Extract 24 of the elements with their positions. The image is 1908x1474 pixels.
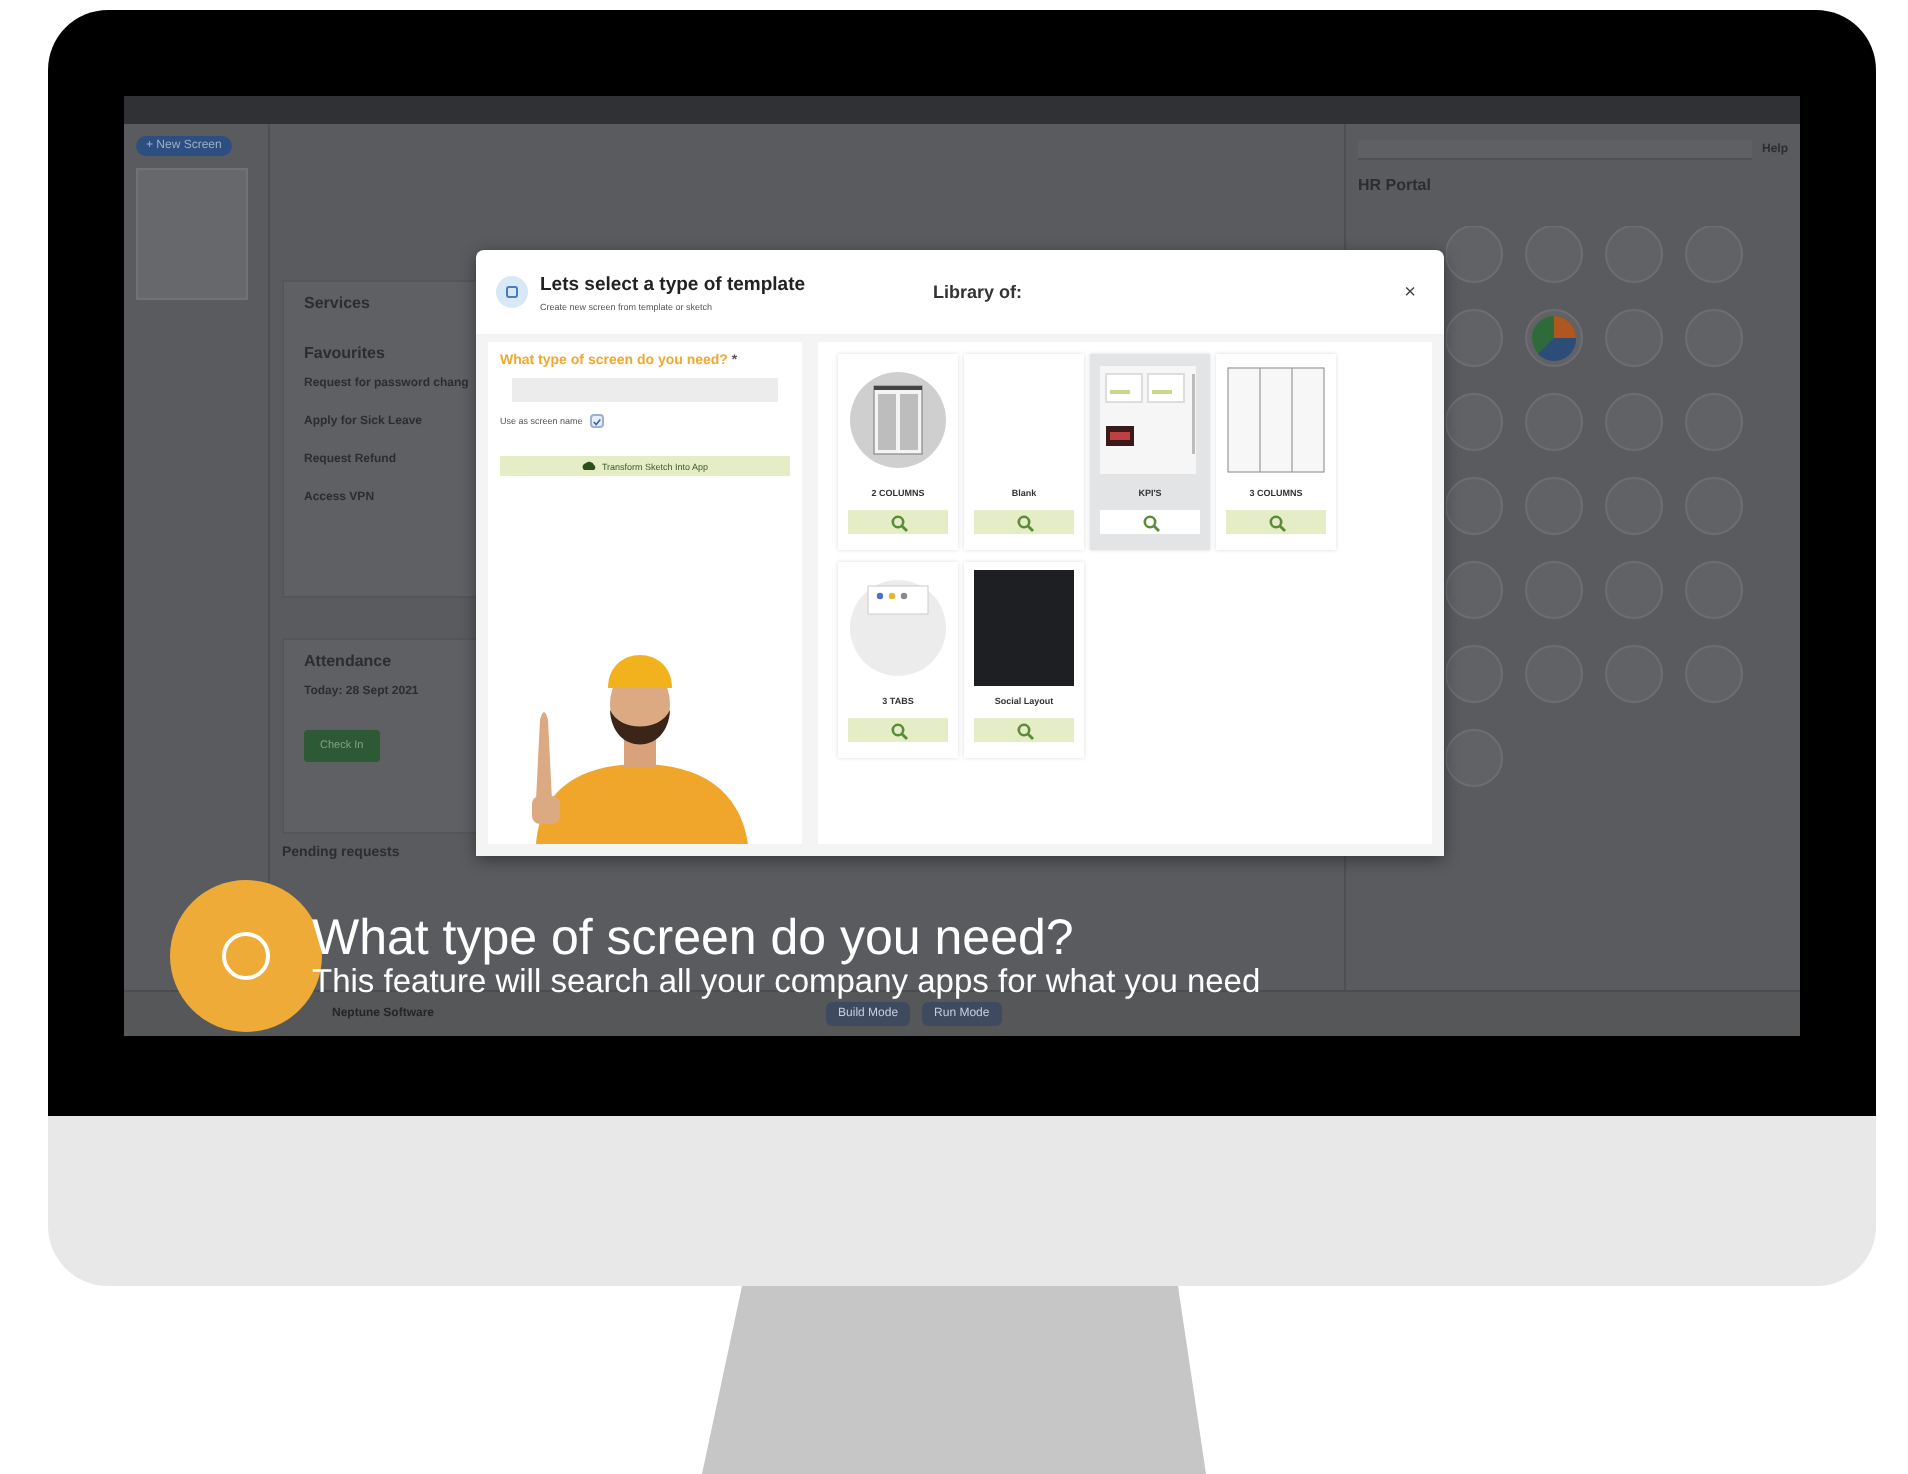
template-icon — [496, 276, 528, 308]
close-button[interactable]: × — [1396, 281, 1424, 303]
preview-button[interactable] — [848, 718, 948, 742]
two-column-layout-drawing — [848, 370, 948, 470]
search-icon — [1141, 513, 1159, 531]
preview-button[interactable] — [848, 510, 948, 534]
tabs-layout-drawing — [848, 578, 948, 678]
social-layout-drawing — [974, 570, 1074, 686]
search-icon — [889, 721, 907, 739]
preview-button[interactable] — [1100, 510, 1200, 534]
dialog-title: Lets select a type of template — [540, 273, 806, 295]
ring-icon — [220, 930, 272, 982]
kpi-layout-drawing — [1100, 366, 1200, 474]
search-icon — [1015, 721, 1033, 739]
cloud-icon — [581, 460, 596, 472]
search-icon — [1015, 513, 1033, 531]
preview-button[interactable] — [1226, 510, 1326, 534]
checkbox[interactable] — [590, 414, 605, 428]
library-heading: Library of: — [933, 282, 1023, 302]
preview-button[interactable] — [974, 718, 1074, 742]
preview-button[interactable] — [974, 510, 1074, 534]
three-column-layout-drawing — [1226, 366, 1326, 474]
search-icon — [1267, 513, 1285, 531]
search-icon — [889, 513, 907, 531]
